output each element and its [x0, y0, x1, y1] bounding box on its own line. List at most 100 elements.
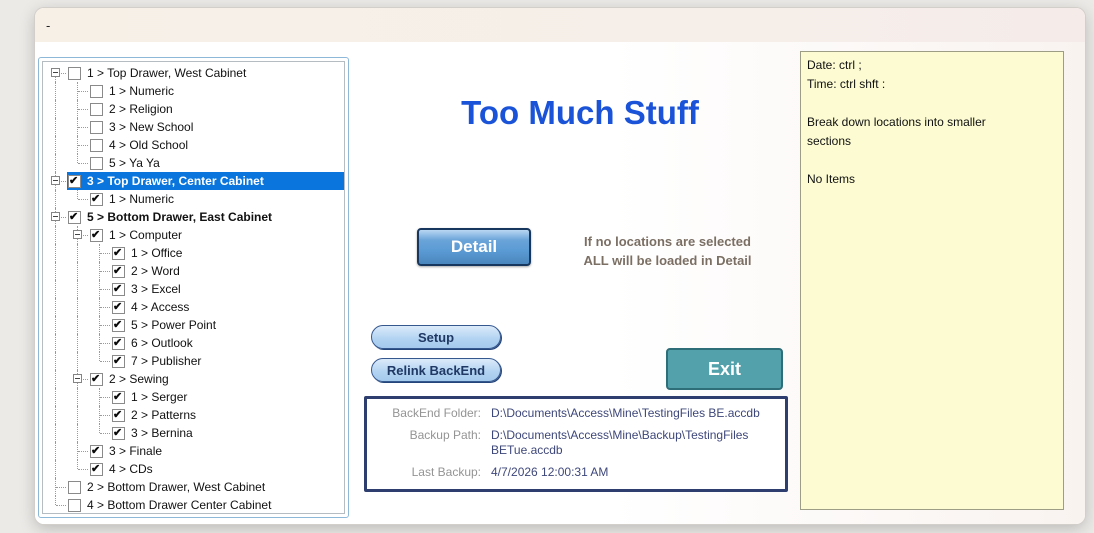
tree-item[interactable]: 3 > New School [45, 118, 344, 136]
tree-item[interactable]: 2 > Word [45, 262, 344, 280]
tree-item-body[interactable]: 5 > Power Point [111, 316, 344, 334]
collapse-icon[interactable] [51, 176, 60, 185]
tree-item[interactable]: 1 > Numeric [45, 82, 344, 100]
tree-checkbox[interactable] [112, 282, 125, 296]
tree-checkbox[interactable] [90, 444, 103, 458]
tree-checkbox[interactable] [112, 336, 125, 350]
tree-item[interactable]: 1 > Serger [45, 388, 344, 406]
detail-button[interactable]: Detail [417, 228, 531, 266]
tree-item[interactable]: 5 > Bottom Drawer, East Cabinet [45, 208, 344, 226]
tree-item-body[interactable]: 4 > Bottom Drawer Center Cabinet [67, 496, 344, 513]
tree-item-label: 1 > Computer [109, 228, 183, 242]
tree-checkbox[interactable] [112, 300, 125, 314]
collapse-icon[interactable] [51, 68, 60, 77]
tree-connector [45, 478, 67, 496]
tree-item[interactable]: 3 > Bernina [45, 424, 344, 442]
tree-item-body[interactable]: 7 > Publisher [111, 352, 344, 370]
tree-item-body[interactable]: 2 > Religion [89, 100, 344, 118]
tree-checkbox[interactable] [68, 66, 81, 80]
tree-item-body[interactable]: 1 > Serger [111, 388, 344, 406]
tree-item[interactable]: 1 > Top Drawer, West Cabinet [45, 64, 344, 82]
tree-item-body[interactable]: 1 > Top Drawer, West Cabinet [67, 64, 344, 82]
tree-connector [89, 352, 111, 370]
tree-item-body[interactable]: 6 > Outlook [111, 334, 344, 352]
tree-item[interactable]: 7 > Publisher [45, 352, 344, 370]
tree-item[interactable]: 4 > Old School [45, 136, 344, 154]
tree-item-body[interactable]: 4 > Access [111, 298, 344, 316]
tree-item[interactable]: 4 > Access [45, 298, 344, 316]
tree-item-label: 3 > Finale [109, 444, 163, 458]
tree-checkbox[interactable] [68, 174, 81, 188]
tree-item[interactable]: 2 > Sewing [45, 370, 344, 388]
tree-checkbox[interactable] [112, 426, 125, 440]
tree-item-label: 3 > Bernina [131, 426, 193, 440]
tree-item-body[interactable]: 4 > CDs [89, 460, 344, 478]
collapse-icon[interactable] [73, 230, 82, 239]
tree-item[interactable]: 3 > Finale [45, 442, 344, 460]
tree-checkbox[interactable] [112, 318, 125, 332]
tree-item-label: 2 > Patterns [131, 408, 197, 422]
collapse-icon[interactable] [51, 212, 60, 221]
tree-guide [67, 352, 89, 370]
setup-button[interactable]: Setup [371, 325, 501, 349]
tree-item-body[interactable]: 5 > Bottom Drawer, East Cabinet [67, 208, 344, 226]
tree-item-body[interactable]: 2 > Patterns [111, 406, 344, 424]
tree-checkbox[interactable] [112, 246, 125, 260]
tree-item-body[interactable]: 3 > Finale [89, 442, 344, 460]
tree-checkbox[interactable] [90, 84, 103, 98]
tree-item[interactable]: 1 > Computer [45, 226, 344, 244]
detail-note-line1: If no locations are selected [584, 234, 751, 249]
tree-checkbox[interactable] [68, 498, 81, 512]
tree-item-body[interactable]: 3 > Top Drawer, Center Cabinet [67, 172, 344, 190]
tree-item-body[interactable]: 2 > Bottom Drawer, West Cabinet [67, 478, 344, 496]
tree-item-body[interactable]: 3 > New School [89, 118, 344, 136]
tree-item-body[interactable]: 5 > Ya Ya [89, 154, 344, 172]
tree-checkbox[interactable] [68, 210, 81, 224]
relink-backend-button[interactable]: Relink BackEnd [371, 358, 501, 382]
collapse-icon[interactable] [73, 374, 82, 383]
tree-item-body[interactable]: 1 > Office [111, 244, 344, 262]
exit-button[interactable]: Exit [666, 348, 783, 390]
location-tree[interactable]: 1 > Top Drawer, West Cabinet 1 > Numeric 2… [42, 61, 345, 514]
tree-connector [67, 154, 89, 172]
tree-checkbox[interactable] [90, 156, 103, 170]
tree-checkbox[interactable] [90, 120, 103, 134]
tree-checkbox[interactable] [112, 354, 125, 368]
note-blank-2 [807, 151, 1057, 170]
tree-checkbox[interactable] [112, 408, 125, 422]
tree-item[interactable]: 5 > Power Point [45, 316, 344, 334]
tree-item-body[interactable]: 3 > Excel [111, 280, 344, 298]
tree-item[interactable]: 5 > Ya Ya [45, 154, 344, 172]
tree-item-body[interactable]: 1 > Computer [89, 226, 344, 244]
tree-checkbox[interactable] [90, 138, 103, 152]
tree-checkbox[interactable] [90, 372, 103, 386]
tree-checkbox[interactable] [90, 228, 103, 242]
tree-item[interactable]: 2 > Patterns [45, 406, 344, 424]
tree-checkbox[interactable] [112, 390, 125, 404]
tree-item[interactable]: 3 > Top Drawer, Center Cabinet [45, 172, 344, 190]
tree-connector [89, 424, 111, 442]
tree-item-label: 4 > Old School [109, 138, 189, 152]
tree-checkbox[interactable] [90, 102, 103, 116]
tree-item[interactable]: 6 > Outlook [45, 334, 344, 352]
tree-item-body[interactable]: 3 > Bernina [111, 424, 344, 442]
tree-item-body[interactable]: 1 > Numeric [89, 190, 344, 208]
tree-item-body[interactable]: 4 > Old School [89, 136, 344, 154]
last-backup-row: Last Backup: 4/7/2026 12:00:31 AM [377, 465, 775, 480]
tree-item[interactable]: 4 > Bottom Drawer Center Cabinet [45, 496, 344, 513]
tree-item-body[interactable]: 1 > Numeric [89, 82, 344, 100]
tree-item[interactable]: 3 > Excel [45, 280, 344, 298]
tree-item-body[interactable]: 2 > Word [111, 262, 344, 280]
tree-checkbox[interactable] [112, 264, 125, 278]
tree-checkbox[interactable] [68, 480, 81, 494]
tree-item[interactable]: 2 > Religion [45, 100, 344, 118]
tree-item[interactable]: 4 > CDs [45, 460, 344, 478]
tree-checkbox[interactable] [90, 192, 103, 206]
tree-item[interactable]: 1 > Office [45, 244, 344, 262]
tree-item-body[interactable]: 2 > Sewing [89, 370, 344, 388]
tree-item[interactable]: 1 > Numeric [45, 190, 344, 208]
note-date: Date: ctrl ; [807, 58, 862, 72]
tree-checkbox[interactable] [90, 462, 103, 476]
tree-item[interactable]: 2 > Bottom Drawer, West Cabinet [45, 478, 344, 496]
tree-connector [89, 334, 111, 352]
